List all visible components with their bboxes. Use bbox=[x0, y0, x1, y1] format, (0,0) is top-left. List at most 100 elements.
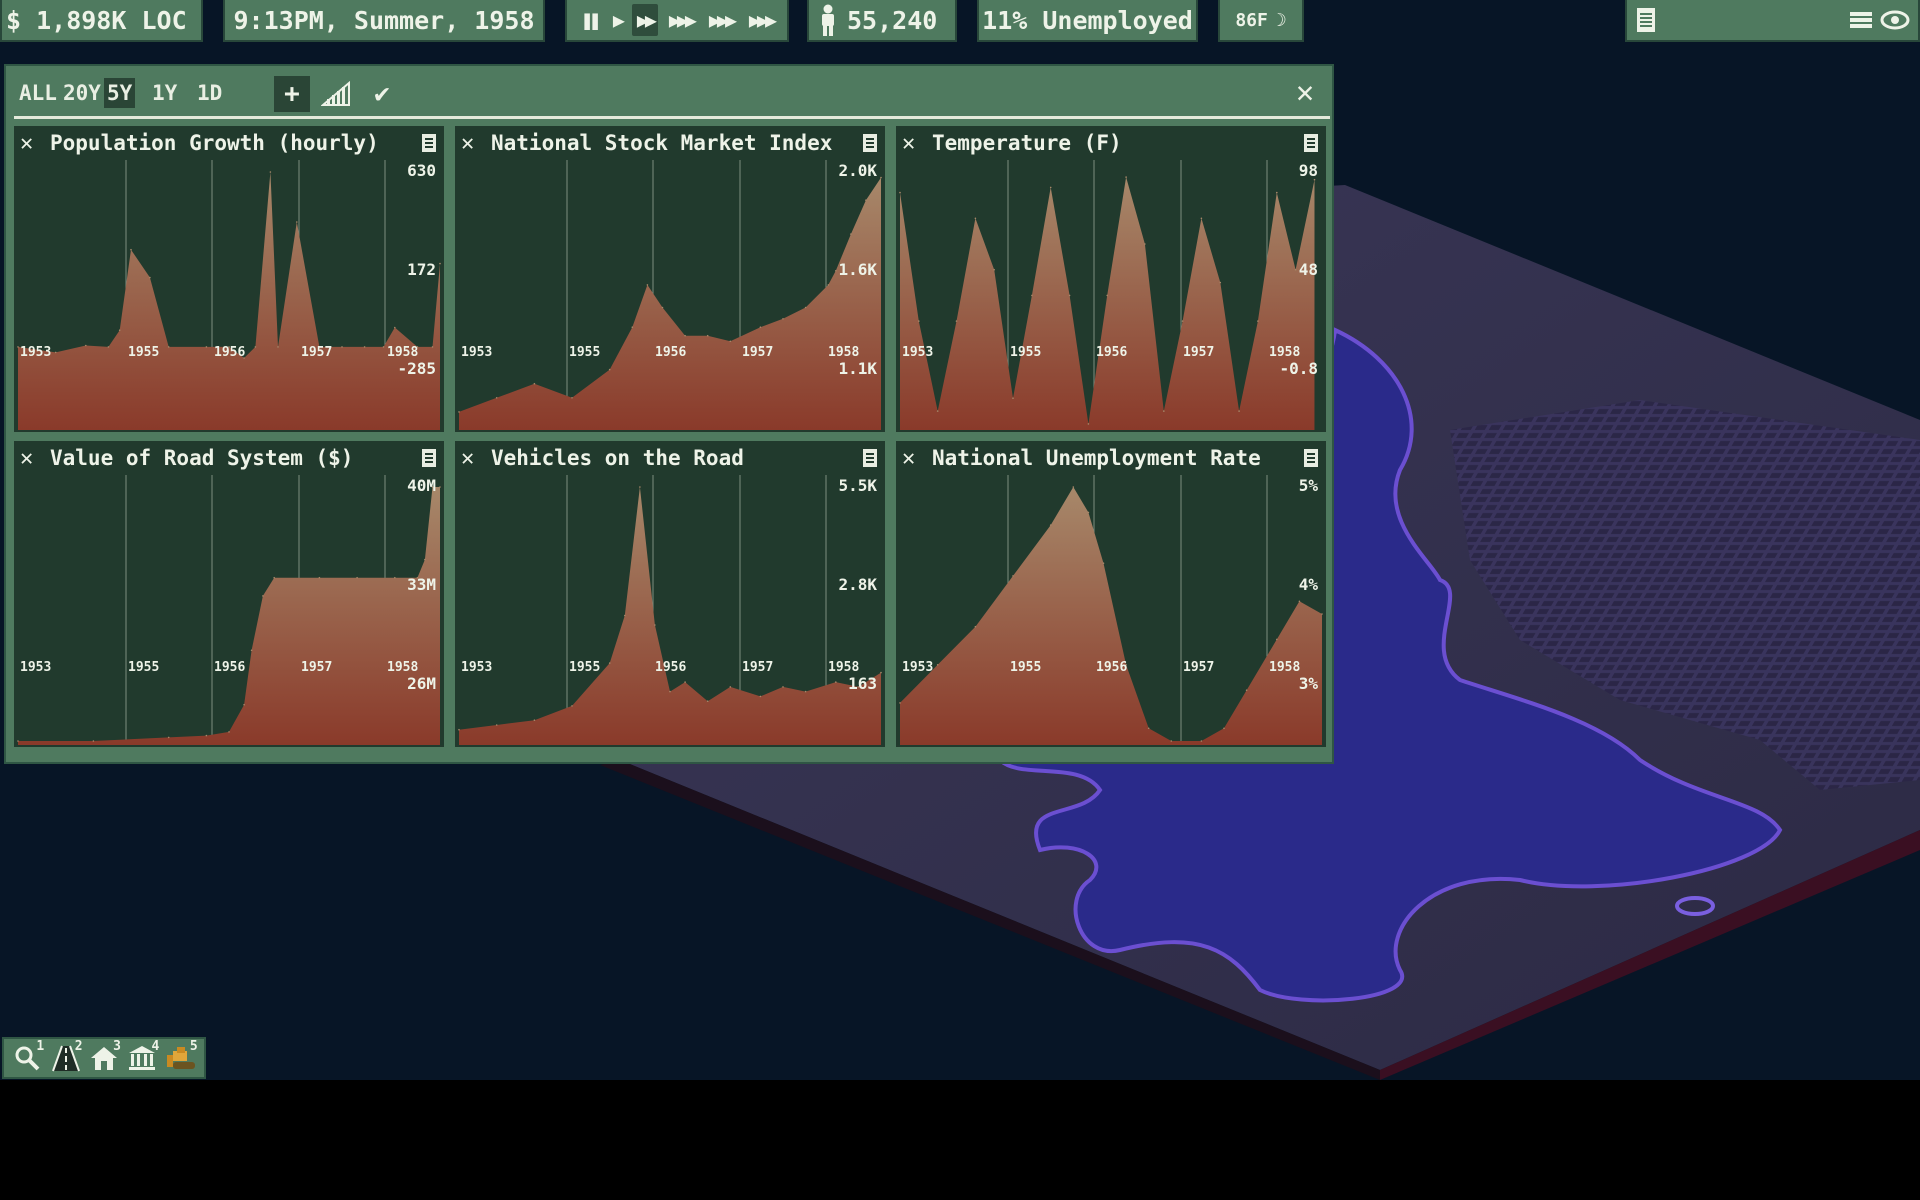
graph-panel-header: ✕ National Stock Market Index bbox=[455, 126, 885, 160]
remove-graph-icon[interactable]: ✕ bbox=[20, 131, 44, 156]
remove-graph-icon[interactable]: ✕ bbox=[461, 131, 485, 156]
data-point bbox=[1276, 191, 1278, 194]
graph-title: Vehicles on the Road bbox=[491, 446, 744, 470]
x-tick-label: 1957 bbox=[301, 345, 332, 360]
export-report-icon[interactable] bbox=[1302, 133, 1320, 153]
export-report-icon[interactable] bbox=[420, 448, 438, 468]
eye-icon[interactable] bbox=[1880, 9, 1910, 31]
data-point bbox=[571, 397, 573, 399]
x-tick-label: 1956 bbox=[214, 660, 245, 675]
data-point bbox=[1049, 186, 1052, 189]
data-point bbox=[1106, 294, 1108, 297]
speed-5-icon[interactable]: ▶▶▶ bbox=[744, 4, 778, 36]
export-report-icon[interactable] bbox=[1302, 448, 1320, 468]
pause-icon[interactable]: ❚❚ bbox=[576, 4, 602, 36]
graph-title: National Unemployment Rate bbox=[932, 446, 1261, 470]
data-point bbox=[1012, 575, 1014, 577]
remove-graph-icon[interactable]: ✕ bbox=[20, 446, 44, 471]
play-icon[interactable]: ▶ bbox=[608, 4, 626, 36]
graph-title: Temperature (F) bbox=[932, 131, 1122, 155]
y-tick-label: 48 bbox=[1299, 260, 1318, 279]
range-all-button[interactable]: ALL bbox=[16, 78, 60, 108]
x-tick-label: 1957 bbox=[742, 660, 773, 675]
query-tool[interactable]: 1 bbox=[10, 1039, 45, 1075]
range-5y-button[interactable]: 5Y bbox=[104, 78, 136, 108]
road-tool[interactable]: 2 bbox=[49, 1039, 83, 1075]
date-time-display[interactable]: 9:13PM, Summer, 1958 bbox=[223, 0, 545, 42]
close-icon: ✕ bbox=[1295, 74, 1315, 110]
hotkey-label: 3 bbox=[113, 1039, 121, 1054]
menu-icon[interactable] bbox=[1850, 9, 1872, 31]
data-point bbox=[54, 351, 57, 354]
data-point bbox=[17, 740, 19, 742]
graph-title: National Stock Market Index bbox=[491, 131, 833, 155]
x-tick-label: 1958 bbox=[387, 660, 418, 675]
data-point bbox=[850, 233, 852, 235]
x-tick-label: 1955 bbox=[1010, 345, 1041, 360]
unemployment-display[interactable]: 11% Unemployed bbox=[977, 0, 1198, 42]
data-point bbox=[167, 346, 170, 348]
add-graph-button[interactable]: + bbox=[274, 76, 310, 112]
data-point bbox=[782, 318, 784, 320]
y-tick-label: -0.8 bbox=[1279, 359, 1318, 378]
money-display[interactable]: $ 1,898K LOC bbox=[0, 0, 203, 42]
zoning-tool[interactable]: 3 bbox=[87, 1039, 121, 1075]
x-tick-label: 1953 bbox=[461, 660, 492, 675]
temperature-value: 86F bbox=[1235, 9, 1268, 31]
data-point bbox=[1321, 613, 1323, 615]
data-point bbox=[495, 724, 498, 726]
data-point bbox=[782, 686, 784, 688]
graph-panel-population-growth: ✕ Population Growth (hourly) 630 172 -285 1… bbox=[14, 126, 444, 432]
data-point bbox=[880, 671, 882, 674]
close-window-button[interactable]: ✕ bbox=[1288, 74, 1322, 110]
range-20y-button[interactable]: 20Y bbox=[60, 78, 104, 108]
speed-3-icon[interactable]: ▶▶▶ bbox=[664, 4, 698, 36]
speed-4-icon[interactable]: ▶▶▶ bbox=[704, 4, 738, 36]
weather-display[interactable]: 86F ☽ bbox=[1218, 0, 1304, 42]
data-point bbox=[341, 346, 343, 348]
data-point bbox=[1257, 320, 1259, 322]
y-tick-label: 2.0K bbox=[838, 161, 877, 180]
graph-plot: 40M 33M 26M 1953 1955 1956 1957 1958 bbox=[17, 475, 441, 745]
remove-graph-icon[interactable]: ✕ bbox=[461, 446, 485, 471]
export-report-icon[interactable] bbox=[861, 133, 879, 153]
graph-plot: 98 48 -0.8 1953 1955 1956 1957 1958 bbox=[899, 160, 1318, 430]
remove-graph-icon[interactable]: ✕ bbox=[902, 131, 926, 156]
x-tick-label: 1953 bbox=[902, 660, 933, 675]
data-point bbox=[880, 176, 882, 179]
range-1y-button[interactable]: 1Y bbox=[149, 78, 180, 108]
chart-style-button[interactable] bbox=[318, 76, 354, 112]
data-point bbox=[1147, 727, 1150, 730]
range-1d-button[interactable]: 1D bbox=[194, 78, 225, 108]
confirm-button[interactable]: ✔ bbox=[364, 76, 400, 112]
export-report-icon[interactable] bbox=[420, 133, 438, 153]
government-tool[interactable]: 4 bbox=[125, 1039, 159, 1075]
data-point bbox=[1087, 423, 1090, 425]
population-display[interactable]: 55,240 bbox=[807, 0, 957, 42]
export-report-icon[interactable] bbox=[861, 448, 879, 468]
data-point bbox=[654, 624, 656, 626]
x-tick-label: 1957 bbox=[742, 345, 773, 360]
graph-plot: 2.0K 1.6K 1.1K 1953 1955 1956 1957 1958 bbox=[458, 160, 882, 430]
fast-forward-icon[interactable]: ▶▶ bbox=[631, 4, 658, 36]
bulldoze-tool[interactable]: 5 bbox=[164, 1039, 198, 1075]
x-tick-label: 1955 bbox=[128, 660, 159, 675]
series-area bbox=[459, 177, 881, 430]
graph-panel-header: ✕ Population Growth (hourly) bbox=[14, 126, 444, 160]
data-point bbox=[277, 346, 279, 348]
data-point bbox=[130, 248, 132, 251]
hotkey-label: 1 bbox=[36, 1039, 45, 1054]
graphs-window: ALL 20Y 5Y 1Y 1D + ✔ ✕ ✕ Population Grow… bbox=[4, 64, 1334, 764]
data-point bbox=[804, 690, 807, 693]
speed-controls: ❚❚ ▶ ▶▶ ▶▶▶ ▶▶▶ ▶▶▶ bbox=[565, 0, 789, 42]
report-icon[interactable] bbox=[1635, 7, 1657, 33]
y-tick-label: 163 bbox=[848, 674, 877, 693]
y-tick-label: 5.5K bbox=[838, 476, 877, 495]
data-point bbox=[533, 719, 536, 721]
data-point bbox=[1223, 727, 1225, 730]
data-point bbox=[608, 662, 611, 664]
graph-panel-road-value: ✕ Value of Road System ($) 40M 33M 26M 1953… bbox=[14, 441, 444, 747]
data-point bbox=[1200, 217, 1203, 220]
remove-graph-icon[interactable]: ✕ bbox=[902, 446, 926, 471]
x-tick-label: 1957 bbox=[301, 660, 332, 675]
